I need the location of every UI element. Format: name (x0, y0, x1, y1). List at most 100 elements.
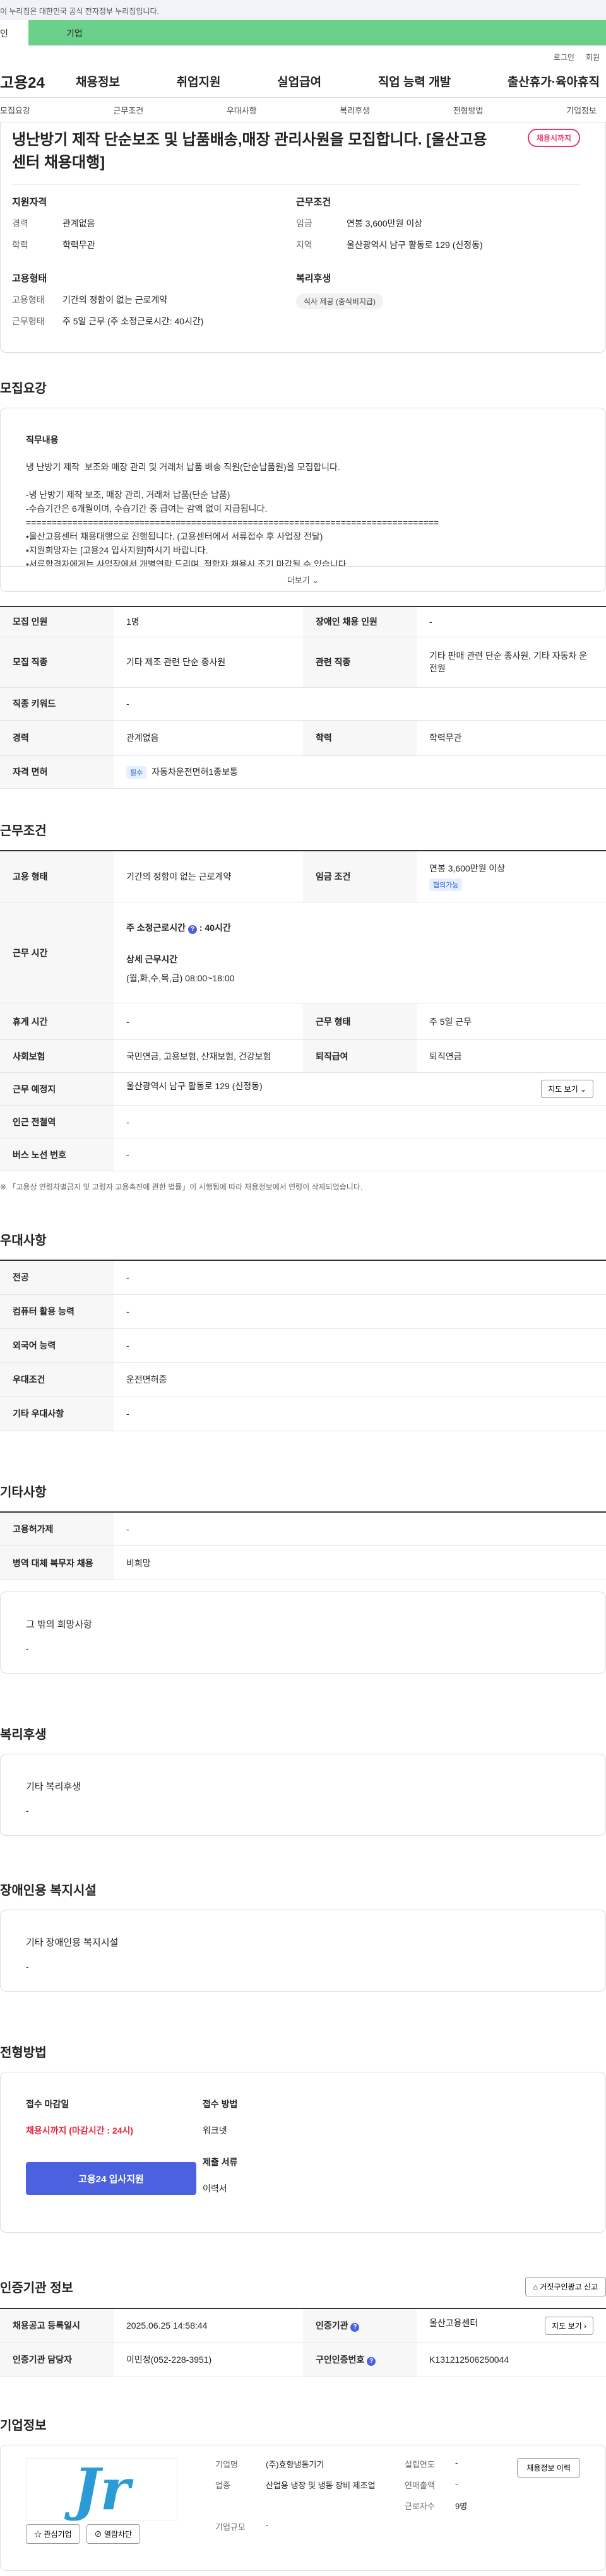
favorite-company-button[interactable]: ☆ 관심기업 (26, 2524, 80, 2544)
help-icon[interactable]: ? (350, 2323, 360, 2332)
table-row: 사회보험 국민연금, 고용보험, 산재보험, 건강보험 퇴직급여 퇴직연금 (0, 1039, 606, 1073)
table-value: 울산광역시 남구 활동로 129 (신정동) 지도 보기 ⌄ (114, 1072, 606, 1106)
menu-unemployment-benefit[interactable]: 실업급여 (277, 73, 321, 90)
table-label: 사회보험 (0, 1039, 114, 1073)
menu-parental-leave[interactable]: 출산휴가·육아휴직 (508, 73, 600, 90)
subnav-recruit[interactable]: 모집요강 (0, 104, 30, 116)
qualify-value: 관계없음 (62, 218, 95, 228)
welfare-box-value: - (26, 1805, 29, 1816)
negotiable-tag: 협의가능 (429, 878, 463, 891)
help-icon[interactable]: ? (367, 2357, 376, 2366)
menu-employment-support[interactable]: 취업지원 (177, 73, 221, 90)
condition-value: 연봉 3,600만원 이상 (347, 218, 423, 228)
id-label: 구인인증번호 (316, 2354, 365, 2365)
table-value: 주 5일 근무 (417, 1003, 606, 1040)
table-row: 전공 - (0, 1260, 606, 1295)
tab-company[interactable]: 기업 (28, 20, 606, 45)
block-view-button[interactable]: ⊘ 열람차단 (86, 2524, 141, 2544)
qualify-block: 지원자격 경력 관계없음 학력 학력무관 (12, 195, 296, 260)
star-icon: ☆ (34, 2529, 42, 2539)
table-label: 고용허가제 (0, 1511, 114, 1546)
table-value: 기간의 정함이 없는 근로계약 (114, 850, 303, 902)
etc-section-title: 기타사항 (0, 1485, 47, 1499)
company-label: 기업명 (215, 2459, 238, 2469)
subnav-pref[interactable]: 우대사항 (227, 104, 257, 116)
table-label: 모집 직종 (0, 637, 114, 688)
license-value: 자동차운전면허1종보통 (152, 766, 238, 777)
deadline-badge: 채용시까지 (527, 129, 580, 147)
table-value: 필수 자동차운전면허1종보통 (114, 755, 606, 789)
more-label: 더보기 (287, 576, 310, 585)
condition-title: 근무조건 (296, 197, 331, 208)
help-icon[interactable]: ? (187, 925, 197, 934)
table-row: 채용공고 등록일시 2025.06.25 14:58:44 인증기관 ? 울산고용센터… (0, 2308, 606, 2343)
docs-value: 이력서 (203, 2183, 227, 2194)
subnav-company[interactable]: 기업정보 (566, 104, 597, 116)
table-value: 이민정(052-228-3951) (114, 2343, 303, 2377)
welfare-block: 복리후생 식사 제공 (중식비지급) (296, 271, 580, 336)
map-button[interactable]: 지도 보기 ⌄ (541, 1080, 593, 1098)
qualify-title: 지원자격 (12, 197, 47, 208)
more-button[interactable]: 더보기 ⌄ (1, 566, 605, 591)
apply-button[interactable]: 고용24 입사지원 (26, 2162, 196, 2195)
docs-title: 제출 서류 (203, 2157, 238, 2167)
table-value: - (114, 1328, 606, 1363)
desc-title: 직무내용 (26, 435, 59, 445)
emp-label: 고용형태 (12, 295, 45, 305)
table-row: 휴게 시간 - 근무 형태 주 5일 근무 (0, 1003, 606, 1040)
table-row: 고용허가제 - (0, 1511, 606, 1546)
table-row: 모집 직종 기타 제조 관련 단순 종사원 관련 직종 기타 판매 관련 단순 종사원… (0, 637, 606, 688)
table-label: 근무 시간 (0, 902, 114, 1003)
cert-map-button[interactable]: 지도 보기 › (545, 2316, 593, 2335)
company-value: 산업용 냉장 및 냉동 장비 제조업 (266, 2480, 376, 2490)
cert-section-title: 인증기관 정보 (0, 2281, 73, 2295)
company-box: Jr ☆ 관심기업 ⊘ 열람차단 기업명 (주)효향냉동기기 설립연도 - 업종 산업… (0, 2444, 606, 2571)
wish-title: 그 밖의 희망사항 (26, 1619, 92, 1630)
subnav-work[interactable]: 근무조건 (113, 104, 143, 116)
global-nav: 고용24 채용정보 취업지원 실업급여 직업 능력 개발 출산휴가·육아휴직 (0, 64, 606, 97)
gov-banner: 이 누리집은 대한민국 공식 전자정부 누리집입니다. (0, 0, 606, 20)
place-value: 울산광역시 남구 활동로 129 (신정동) (126, 1081, 263, 1091)
tab-individual[interactable]: 인 (0, 20, 28, 45)
table-value: - (417, 606, 606, 637)
table-label: 우대조건 (0, 1362, 114, 1397)
deadline-value: 채용시까지 (마감시간 : 24시) (26, 2125, 134, 2136)
subnav-welfare[interactable]: 복리후생 (340, 104, 370, 116)
disabled-section-title: 장애인용 복지시설 (0, 1884, 97, 1898)
subnav-process[interactable]: 전형방법 (453, 104, 484, 116)
deadline-title: 접수 마감일 (26, 2099, 69, 2109)
table-value: 연봉 3,600만원 이상 협의가능 (417, 850, 606, 902)
job-title: 냉난방기 제작 단순보조 및 납품배송,매장 관리사원을 모집합니다. [울산고… (12, 131, 487, 171)
method-title: 접수 방법 (203, 2099, 238, 2109)
site-logo[interactable]: 고용24 (0, 70, 76, 92)
age-footnote: ※ 「고용상 연령차별금지 및 고령자 고용촉진에 관한 법률」이 시행됨에 따… (0, 1183, 363, 1191)
user-type-bar: 인 기업 (0, 20, 606, 45)
menu-vocational-training[interactable]: 직업 능력 개발 (378, 73, 451, 90)
company-info: 기업명 (주)효향냉동기기 설립연도 - 업종 산업용 냉장 및 냉동 장비 제조업 … (215, 2458, 531, 2558)
login-link[interactable]: 로그인 (554, 52, 574, 64)
block-label: 열람차단 (104, 2529, 133, 2539)
job-history-button[interactable]: 채용정보 이력 (517, 2457, 580, 2478)
table-value: - (114, 1511, 606, 1546)
table-label: 근무 형태 (303, 1003, 417, 1040)
menu-job-info[interactable]: 채용정보 (76, 73, 120, 90)
qualify-label: 학력 (12, 240, 28, 250)
table-row: 병역 대체 복무자 채용 비희망 (0, 1545, 606, 1580)
time-main: 주 소정근로시간 (126, 922, 186, 933)
table-label: 전공 (0, 1260, 114, 1295)
company-value (266, 2500, 405, 2512)
utility-menu: 로그인 회원 (0, 45, 606, 64)
report-button[interactable]: ⌂ 거짓구인광고 신고 (525, 2277, 606, 2296)
fav-label: 관심기업 (44, 2529, 72, 2539)
table-label: 경력 (0, 720, 114, 756)
table-label: 병역 대체 복무자 채용 (0, 1545, 114, 1580)
emp-title: 고용형태 (12, 273, 47, 284)
process-section-title: 전형방법 (0, 2046, 47, 2060)
table-label: 모집 인원 (0, 606, 114, 637)
join-link[interactable]: 회원 (586, 52, 600, 64)
emp-value: 주 5일 근무 (주 소정근로시간: 40시간) (62, 316, 204, 326)
table-value: 국민연금, 고용보험, 산재보험, 건강보험 (114, 1039, 303, 1073)
disabled-box-value: - (26, 1961, 29, 1971)
table-value: 2025.06.25 14:58:44 (114, 2308, 303, 2343)
table-label: 관련 직종 (303, 637, 417, 688)
